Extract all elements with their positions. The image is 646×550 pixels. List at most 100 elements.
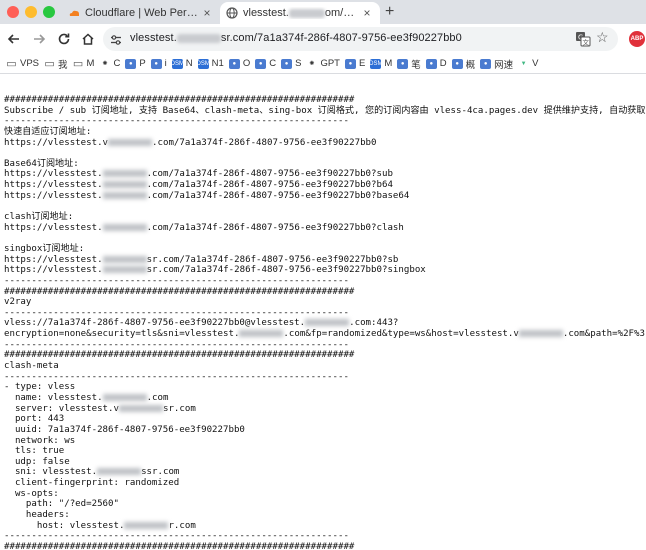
content-line: https://vlesstest. .com/7a1a374f-286f-480… xyxy=(4,222,404,233)
minimize-window-button[interactable] xyxy=(25,6,37,18)
content-line: port: 443 xyxy=(4,414,65,425)
bookmark-icon: ● xyxy=(397,58,409,69)
svg-text:文: 文 xyxy=(583,38,590,47)
bookmark-item[interactable]: ● P xyxy=(125,58,146,69)
redacted-text xyxy=(102,393,147,401)
content-line xyxy=(4,201,646,212)
bookmark-icon: ● xyxy=(425,58,437,69)
redacted-text xyxy=(124,521,169,529)
bookmark-item[interactable]: ▭ VPS xyxy=(6,58,39,70)
content-line: Subscribe / sub 订阅地址, 支持 Base64、clash-me… xyxy=(4,105,646,116)
vue-icon: ▼ xyxy=(518,58,530,69)
content-line: path: "/?ed=2560" xyxy=(4,499,119,510)
redacted-text xyxy=(108,138,153,146)
tab-vlesstest[interactable]: vlesstest.om/7a1a3 × xyxy=(220,2,380,24)
content-line: encryption=none&security=tls&sni=vlesste… xyxy=(4,329,646,340)
dsm-icon: DSM xyxy=(196,58,210,69)
folder-icon: ▭ xyxy=(72,58,84,70)
redacted-text xyxy=(97,468,142,476)
bookmark-label: 我 xyxy=(58,59,68,71)
bookmark-label: 网速 xyxy=(494,59,514,71)
adblock-extension-icon[interactable]: ABP xyxy=(629,31,645,47)
content-line: server: vlesstest.v sr.com xyxy=(4,403,196,414)
bookmark-icon: ● xyxy=(228,58,240,69)
site-settings-icon[interactable] xyxy=(110,33,122,51)
bookmark-item[interactable]: DSM N xyxy=(171,58,193,69)
content-line: Base64订阅地址: xyxy=(4,158,79,169)
content-line: ----------------------------------------… xyxy=(4,275,349,286)
content-line: 快速自适应订阅地址: xyxy=(4,126,92,137)
bookmark-item[interactable]: ✺ GPT xyxy=(306,58,340,69)
zoom-window-button[interactable] xyxy=(43,6,55,18)
close-tab-icon[interactable]: × xyxy=(360,6,374,20)
redacted-text xyxy=(102,191,147,199)
bookmark-item[interactable]: ● i xyxy=(150,58,167,69)
redacted-text xyxy=(102,255,147,263)
bookmark-item[interactable]: ● C xyxy=(255,58,276,69)
bookmark-item[interactable]: ● E xyxy=(344,58,365,69)
bookmark-item[interactable]: ● S xyxy=(281,58,301,69)
content-line: singbox订阅地址: xyxy=(4,243,85,254)
url-path: sr.com/7a1a374f-286f-4807-9756-ee3f90227… xyxy=(220,32,462,44)
bookmark-item[interactable]: ● 笔 xyxy=(397,57,421,71)
content-line: https://vlesstest. sr.com/7a1a374f-286f-4… xyxy=(4,265,426,276)
bookmark-item[interactable]: DSM N1 xyxy=(196,58,224,69)
bookmark-label: 概 xyxy=(465,59,476,71)
bookmark-item[interactable]: ● 概 xyxy=(451,57,476,71)
forward-button[interactable] xyxy=(29,29,49,49)
redacted-text xyxy=(102,181,147,189)
home-button[interactable] xyxy=(78,29,98,49)
bookmark-item[interactable]: ✺ C xyxy=(99,58,120,69)
bookmark-item[interactable]: ▼ V xyxy=(518,58,539,69)
globe-icon xyxy=(226,7,238,19)
translate-icon[interactable]: G文 xyxy=(575,31,591,47)
bookmark-label: N1 xyxy=(211,58,224,69)
url-text: vlesstest. sr.com/7a1a374f-286f-4807-9756… xyxy=(130,32,462,44)
content-line: network: ws xyxy=(4,435,76,446)
bookmark-label: V xyxy=(532,58,539,69)
content-line: clash-meta xyxy=(4,361,59,372)
bookmark-label: S xyxy=(295,58,302,69)
redacted-text xyxy=(518,330,563,338)
bookmark-item[interactable]: ● D xyxy=(425,58,447,69)
chatgpt-icon: ✺ xyxy=(306,58,318,69)
bookmark-label: C xyxy=(269,58,277,69)
cloudflare-icon xyxy=(68,7,80,19)
reload-icon xyxy=(58,33,70,45)
bookmark-icon: ● xyxy=(480,58,492,69)
redacted-text xyxy=(102,266,147,274)
bookmark-item[interactable]: ▭ M xyxy=(72,58,94,70)
content-line: ----------------------------------------… xyxy=(4,307,349,318)
bookmark-icon: ● xyxy=(281,58,293,69)
reload-button[interactable] xyxy=(54,29,74,49)
chatgpt-icon: ✺ xyxy=(99,58,111,69)
content-line: https://vlesstest. sr.com/7a1a374f-286f-4… xyxy=(4,254,399,265)
content-line: ########################################… xyxy=(4,95,355,105)
bookmark-star-icon[interactable]: ☆ xyxy=(596,29,609,46)
url-host: vlesstest. xyxy=(130,32,177,44)
arrow-left-icon xyxy=(7,34,19,44)
tab-title: Cloudflare | Web Performance xyxy=(85,7,200,19)
content-line: client-fingerprint: randomized xyxy=(4,478,180,489)
close-tab-icon[interactable]: × xyxy=(200,6,214,20)
content-line: ----------------------------------------… xyxy=(4,339,349,350)
content-line: sni: vlesstest. ssr.com xyxy=(4,467,180,478)
new-tab-button[interactable]: + xyxy=(385,2,394,22)
back-button[interactable] xyxy=(4,29,24,49)
address-bar[interactable]: vlesstest. sr.com/7a1a374f-286f-4807-9756… xyxy=(103,27,618,51)
content-line: ws-opts: xyxy=(4,488,59,499)
folder-icon: ▭ xyxy=(6,58,17,70)
close-window-button[interactable] xyxy=(7,6,19,18)
bookmark-label: M xyxy=(384,58,393,69)
tab-cloudflare[interactable]: Cloudflare | Web Performance × xyxy=(62,2,220,24)
bookmark-label: i xyxy=(164,58,167,69)
bookmark-item[interactable]: ▭ 我 xyxy=(44,57,68,71)
bookmark-item[interactable]: ● 网速 xyxy=(480,57,513,71)
content-line: headers: xyxy=(4,509,70,520)
content-line: ########################################… xyxy=(4,541,355,550)
bookmarks-bar: ▭ VPS ▭ 我 ▭ M ✺ C ● P ● i DSM N DSM N1 ● O ● C ● S ✺ GPT ● E DSM M ●… xyxy=(0,54,646,74)
bookmark-item[interactable]: ● O xyxy=(228,58,250,69)
browser-toolbar: vlesstest. sr.com/7a1a374f-286f-4807-9756… xyxy=(0,24,646,54)
bookmark-label: N xyxy=(185,58,193,69)
bookmark-item[interactable]: DSM M xyxy=(369,58,393,69)
